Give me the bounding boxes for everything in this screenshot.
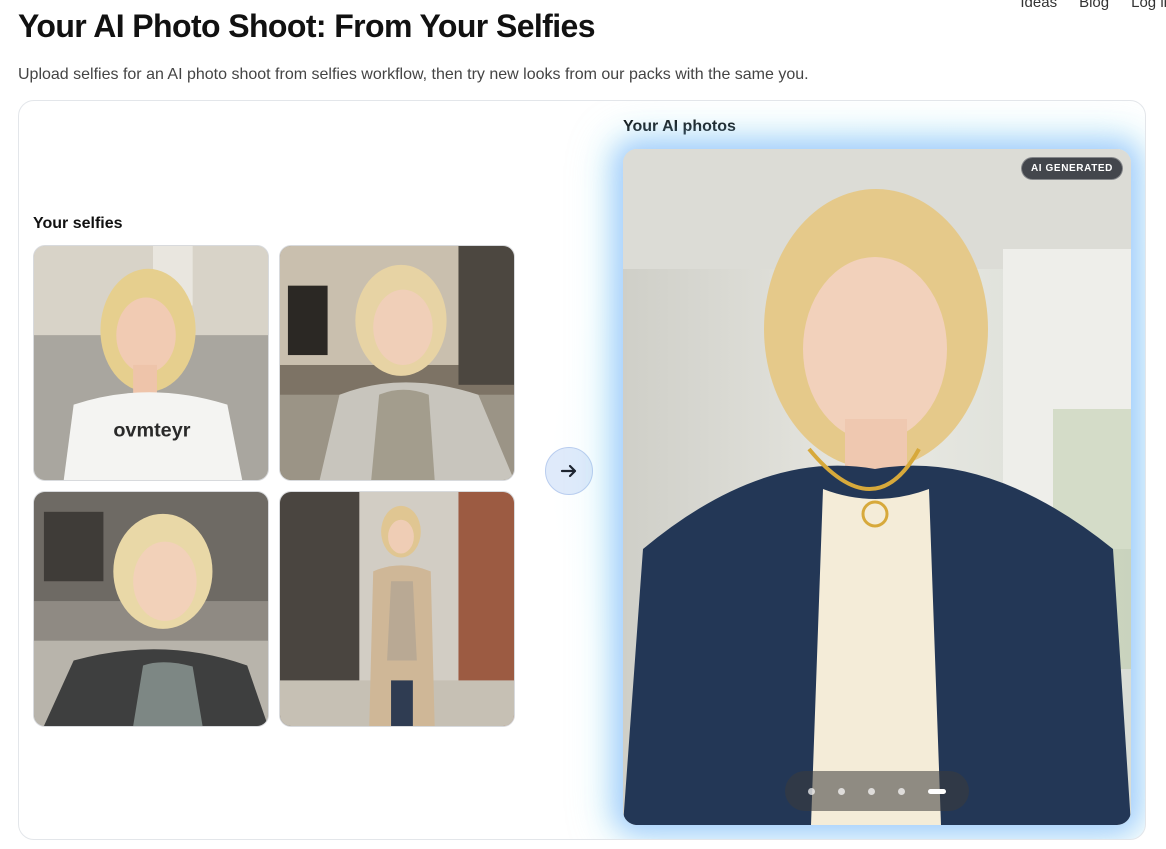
carousel-pagination bbox=[785, 771, 969, 811]
photo-shoot-card: Your selfies ovmteyr Your AI photos AI G… bbox=[18, 100, 1146, 840]
nav-ideas-link[interactable]: Ideas bbox=[1020, 0, 1057, 11]
selfie-image-1: ovmteyr bbox=[34, 246, 268, 480]
ai-photos-heading: Your AI photos bbox=[623, 118, 736, 135]
selfie-grid: ovmteyr bbox=[33, 245, 515, 727]
selfie-image-3 bbox=[34, 492, 268, 726]
carousel-dot-5[interactable] bbox=[927, 788, 946, 794]
arrow-right-icon bbox=[560, 464, 577, 478]
selfie-photo-4[interactable] bbox=[279, 491, 515, 727]
top-nav: Ideas Blog Log in bbox=[1020, 0, 1166, 11]
ai-photo-carousel[interactable]: AI GENERATED bbox=[623, 149, 1131, 825]
generate-arrow-button[interactable] bbox=[545, 447, 593, 495]
page-subtitle: Upload selfies for an AI photo shoot fro… bbox=[18, 66, 809, 83]
selfie-photo-1[interactable]: ovmteyr bbox=[33, 245, 269, 481]
svg-text:ovmteyr: ovmteyr bbox=[113, 419, 190, 441]
selfies-heading: Your selfies bbox=[33, 215, 123, 232]
nav-blog-link[interactable]: Blog bbox=[1079, 0, 1109, 11]
ai-generated-badge: AI GENERATED bbox=[1020, 157, 1123, 180]
carousel-dot-2[interactable] bbox=[838, 787, 846, 795]
selfie-photo-3[interactable] bbox=[33, 491, 269, 727]
selfie-image-2 bbox=[280, 246, 514, 480]
selfie-image-4 bbox=[280, 492, 514, 726]
carousel-dot-1[interactable] bbox=[808, 787, 816, 795]
ai-photo-image bbox=[623, 149, 1131, 825]
nav-login-link[interactable]: Log in bbox=[1131, 0, 1166, 11]
page-title: Your AI Photo Shoot: From Your Selfies bbox=[18, 8, 596, 44]
carousel-dot-4[interactable] bbox=[897, 787, 905, 795]
carousel-dot-3[interactable] bbox=[867, 787, 875, 795]
selfie-photo-2[interactable] bbox=[279, 245, 515, 481]
